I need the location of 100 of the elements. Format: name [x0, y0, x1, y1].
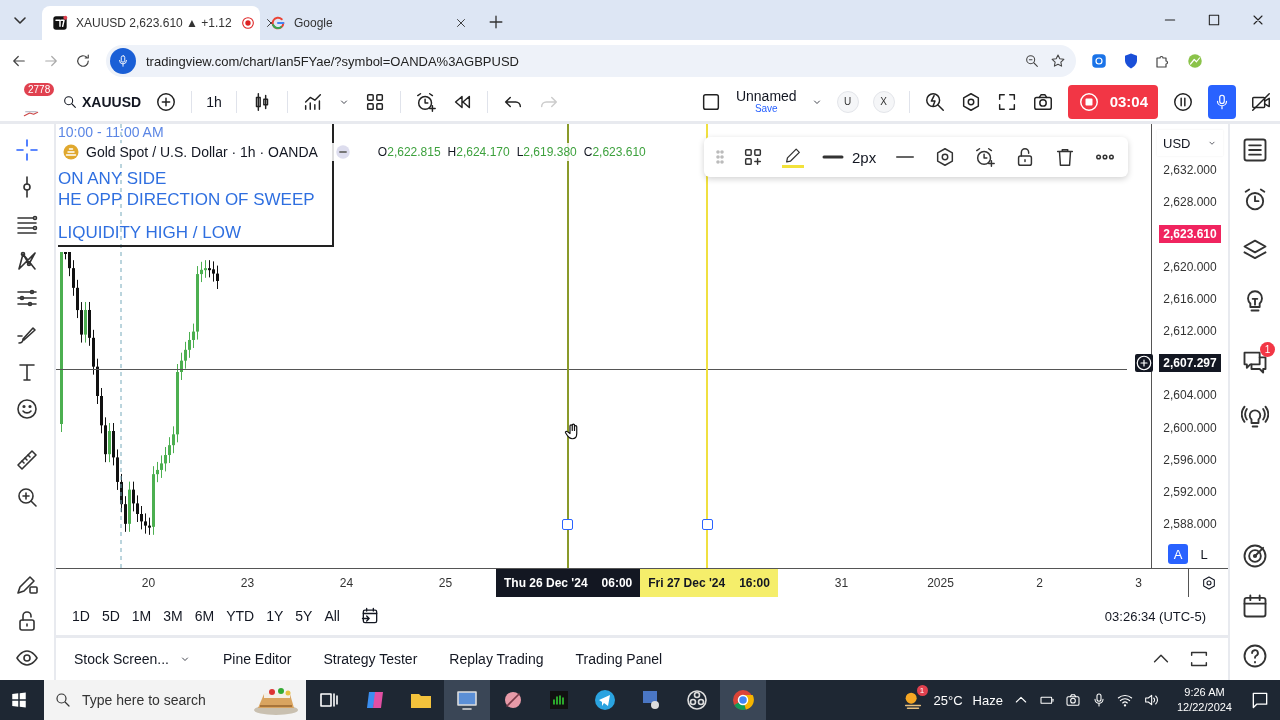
- quick-search-icon[interactable]: [923, 90, 946, 113]
- range-button[interactable]: 5D: [101, 608, 120, 624]
- line-width-button[interactable]: 2px: [822, 148, 877, 166]
- reload-icon[interactable]: [74, 52, 92, 70]
- time-marker-label: Thu 26 Dec '24 06:00: [496, 569, 641, 597]
- last-price-label: 2,623.610: [1159, 225, 1221, 244]
- calendar-icon[interactable]: [1241, 592, 1269, 620]
- monitor-app-icon[interactable]: [455, 688, 479, 712]
- currency-dropdown[interactable]: USD: [1157, 130, 1223, 156]
- speaker-icon[interactable]: [1142, 692, 1159, 708]
- obs-icon[interactable]: [685, 688, 709, 712]
- panel-tab[interactable]: Trading Panel: [559, 651, 679, 667]
- microphone-button[interactable]: [110, 48, 136, 74]
- time-label: 20: [140, 576, 157, 590]
- timezone-clock[interactable]: 03:26:34 (UTC-5): [1104, 608, 1212, 624]
- price-label: 2,620.000: [1162, 258, 1218, 276]
- chart-logo-icon: [52, 15, 68, 31]
- recording-button[interactable]: 03:04: [1067, 84, 1158, 119]
- template-icon[interactable]: [742, 146, 764, 168]
- layout-name[interactable]: Unnamed: [735, 88, 797, 104]
- go-to-date-icon[interactable]: [360, 606, 380, 626]
- browser-tab[interactable]: Google: [260, 6, 478, 40]
- notification-icon[interactable]: [1250, 690, 1270, 710]
- microphone-button[interactable]: [1208, 84, 1236, 119]
- maximize-icon[interactable]: [1206, 12, 1222, 28]
- ruler-icon[interactable]: [15, 448, 39, 472]
- hide-icon[interactable]: [333, 143, 352, 161]
- time-label: 2: [1035, 576, 1044, 590]
- emoji-icon[interactable]: [15, 397, 39, 421]
- help-icon[interactable]: [1241, 642, 1269, 670]
- microphone-icon: [116, 54, 130, 68]
- close-icon[interactable]: [454, 16, 468, 30]
- wifi-icon[interactable]: [1116, 692, 1133, 708]
- note-text: 10:00 - 11:00 AM: [58, 124, 165, 140]
- price-label: 2,600.000: [1162, 419, 1218, 437]
- range-button[interactable]: All: [324, 608, 340, 624]
- interval-button[interactable]: 1h: [206, 93, 222, 110]
- range-button[interactable]: 5Y: [295, 608, 313, 624]
- weather-condition[interactable]: Haze: [972, 692, 1003, 708]
- notification-badge: 1: [916, 685, 928, 696]
- price-label: 2,592.000: [1162, 483, 1218, 501]
- windows-start-icon[interactable]: [10, 691, 28, 709]
- bookmark-star-icon[interactable]: [1050, 53, 1066, 69]
- user-button[interactable]: U: [836, 90, 859, 113]
- trading-app-icon[interactable]: [547, 688, 571, 712]
- taskbar-search[interactable]: Type here to search: [44, 680, 306, 720]
- price-label: 2,596.000: [1162, 451, 1218, 469]
- time-label: 25: [437, 576, 454, 590]
- taskbar-time[interactable]: 9:26 AM: [1184, 685, 1225, 700]
- line-handle[interactable]: [562, 519, 573, 530]
- search-icon: [54, 691, 72, 709]
- scale-mode-button[interactable]: A: [1168, 544, 1188, 564]
- crosshair-icon[interactable]: [15, 138, 39, 162]
- price-label: 2,628.000: [1162, 194, 1218, 212]
- range-button[interactable]: 1Y: [266, 608, 284, 624]
- ohlc-value: H2,624.170: [447, 145, 510, 159]
- range-button[interactable]: 6M: [194, 608, 215, 624]
- panel-tab[interactable]: Pine Editor: [206, 651, 308, 667]
- panel-tab[interactable]: Replay Trading: [433, 651, 560, 667]
- drag-handle-icon[interactable]: [716, 150, 724, 164]
- zoom-icon[interactable]: [1024, 53, 1040, 69]
- extension-icon[interactable]: [1090, 52, 1108, 70]
- notification-badge: 2778: [24, 82, 55, 96]
- panel-tab[interactable]: Strategy Tester: [307, 651, 434, 667]
- panel-tab[interactable]: Stock Screen...: [74, 651, 207, 667]
- symbol-search[interactable]: XAUUSD: [62, 93, 142, 110]
- range-button[interactable]: YTD: [226, 608, 255, 624]
- target-icon[interactable]: [1241, 542, 1269, 570]
- watchlist-icon[interactable]: [1241, 136, 1269, 164]
- settings-icon[interactable]: [1200, 575, 1217, 591]
- price-label: 2,616.000: [1162, 290, 1218, 308]
- user-button[interactable]: X: [872, 90, 895, 113]
- add-plus-icon[interactable]: [1135, 354, 1154, 373]
- alert-icon[interactable]: [414, 90, 437, 113]
- pattern-icon[interactable]: [15, 249, 39, 273]
- range-button[interactable]: 3M: [163, 608, 183, 624]
- address-bar[interactable]: tradingview.com/chart/Ian5FYae/?symbol=OANDA%3AGBPUSD: [106, 45, 1076, 77]
- zoom-in-icon[interactable]: [15, 485, 39, 509]
- search-icon: [62, 93, 78, 110]
- add-symbol-icon[interactable]: [155, 90, 178, 113]
- vertical-line[interactable]: [567, 124, 569, 568]
- notification-badge: 1: [1260, 342, 1275, 357]
- camera-off-icon[interactable]: [1250, 90, 1272, 113]
- price-label: 2,604.000: [1162, 387, 1218, 405]
- save-link[interactable]: Save: [754, 103, 778, 115]
- taskbar-date[interactable]: 12/22/2024: [1176, 700, 1232, 715]
- range-button[interactable]: 1D: [72, 608, 90, 624]
- camera-icon[interactable]: [1064, 692, 1081, 708]
- line-handle[interactable]: [702, 519, 713, 530]
- alert-icon[interactable]: [974, 146, 997, 168]
- price-label: 2,632.000: [1162, 162, 1218, 180]
- range-button[interactable]: 1M: [131, 608, 152, 624]
- pause-icon[interactable]: [1172, 90, 1194, 113]
- google-logo-icon: [270, 15, 286, 31]
- ohlc-value: L2,619.380: [516, 145, 577, 159]
- chrome-icon[interactable]: [731, 688, 755, 712]
- telegram-icon[interactable]: [593, 688, 617, 712]
- shield-icon[interactable]: [1122, 52, 1140, 70]
- temperature-text[interactable]: 25°C: [933, 692, 963, 708]
- pencil-icon[interactable]: [782, 146, 804, 168]
